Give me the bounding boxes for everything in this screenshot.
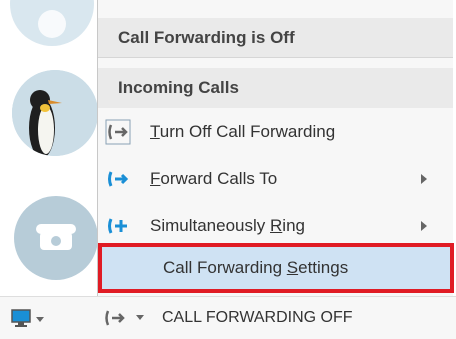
turn-off-call-forwarding-item[interactable]: Turn Off Call Forwarding	[98, 113, 453, 151]
device-selector-button[interactable]	[10, 307, 44, 331]
chevron-down-icon	[36, 317, 44, 322]
simultaneously-ring-item[interactable]: Simultaneously Ring	[98, 207, 453, 245]
menu-item-label: Turn Off Call Forwarding	[150, 122, 336, 141]
submenu-arrow-icon	[421, 174, 427, 184]
simultaneous-ring-icon	[98, 207, 138, 245]
contact-pane	[0, 0, 100, 338]
penguin-photo	[12, 70, 98, 156]
forwarding-off-icon	[98, 113, 138, 151]
forward-calls-icon	[98, 160, 138, 198]
incoming-calls-header: Incoming Calls	[98, 68, 453, 108]
monitor-icon	[11, 309, 31, 327]
forward-calls-to-item[interactable]: Forward Calls To	[98, 160, 453, 198]
menu-item-label: Simultaneously Ring	[150, 216, 305, 235]
call-forwarding-button[interactable]	[102, 305, 144, 333]
call-forwarding-status-header: Call Forwarding is Off	[98, 18, 453, 58]
contact-avatar[interactable]	[10, 0, 94, 46]
call-forwarding-icon	[105, 310, 125, 326]
call-forwarding-settings-label: Call Forwarding Settings	[163, 258, 349, 277]
telephone-icon	[36, 224, 76, 250]
person-icon	[38, 10, 66, 38]
menu-item-label: Forward Calls To	[150, 169, 278, 188]
chevron-down-icon	[136, 315, 144, 320]
submenu-arrow-icon	[421, 221, 427, 231]
phone-contact-avatar[interactable]	[14, 196, 98, 280]
call-forwarding-status-text: CALL FORWARDING OFF	[162, 309, 353, 326]
user-avatar[interactable]	[12, 70, 98, 156]
status-bar: CALL FORWARDING OFF	[0, 296, 456, 339]
